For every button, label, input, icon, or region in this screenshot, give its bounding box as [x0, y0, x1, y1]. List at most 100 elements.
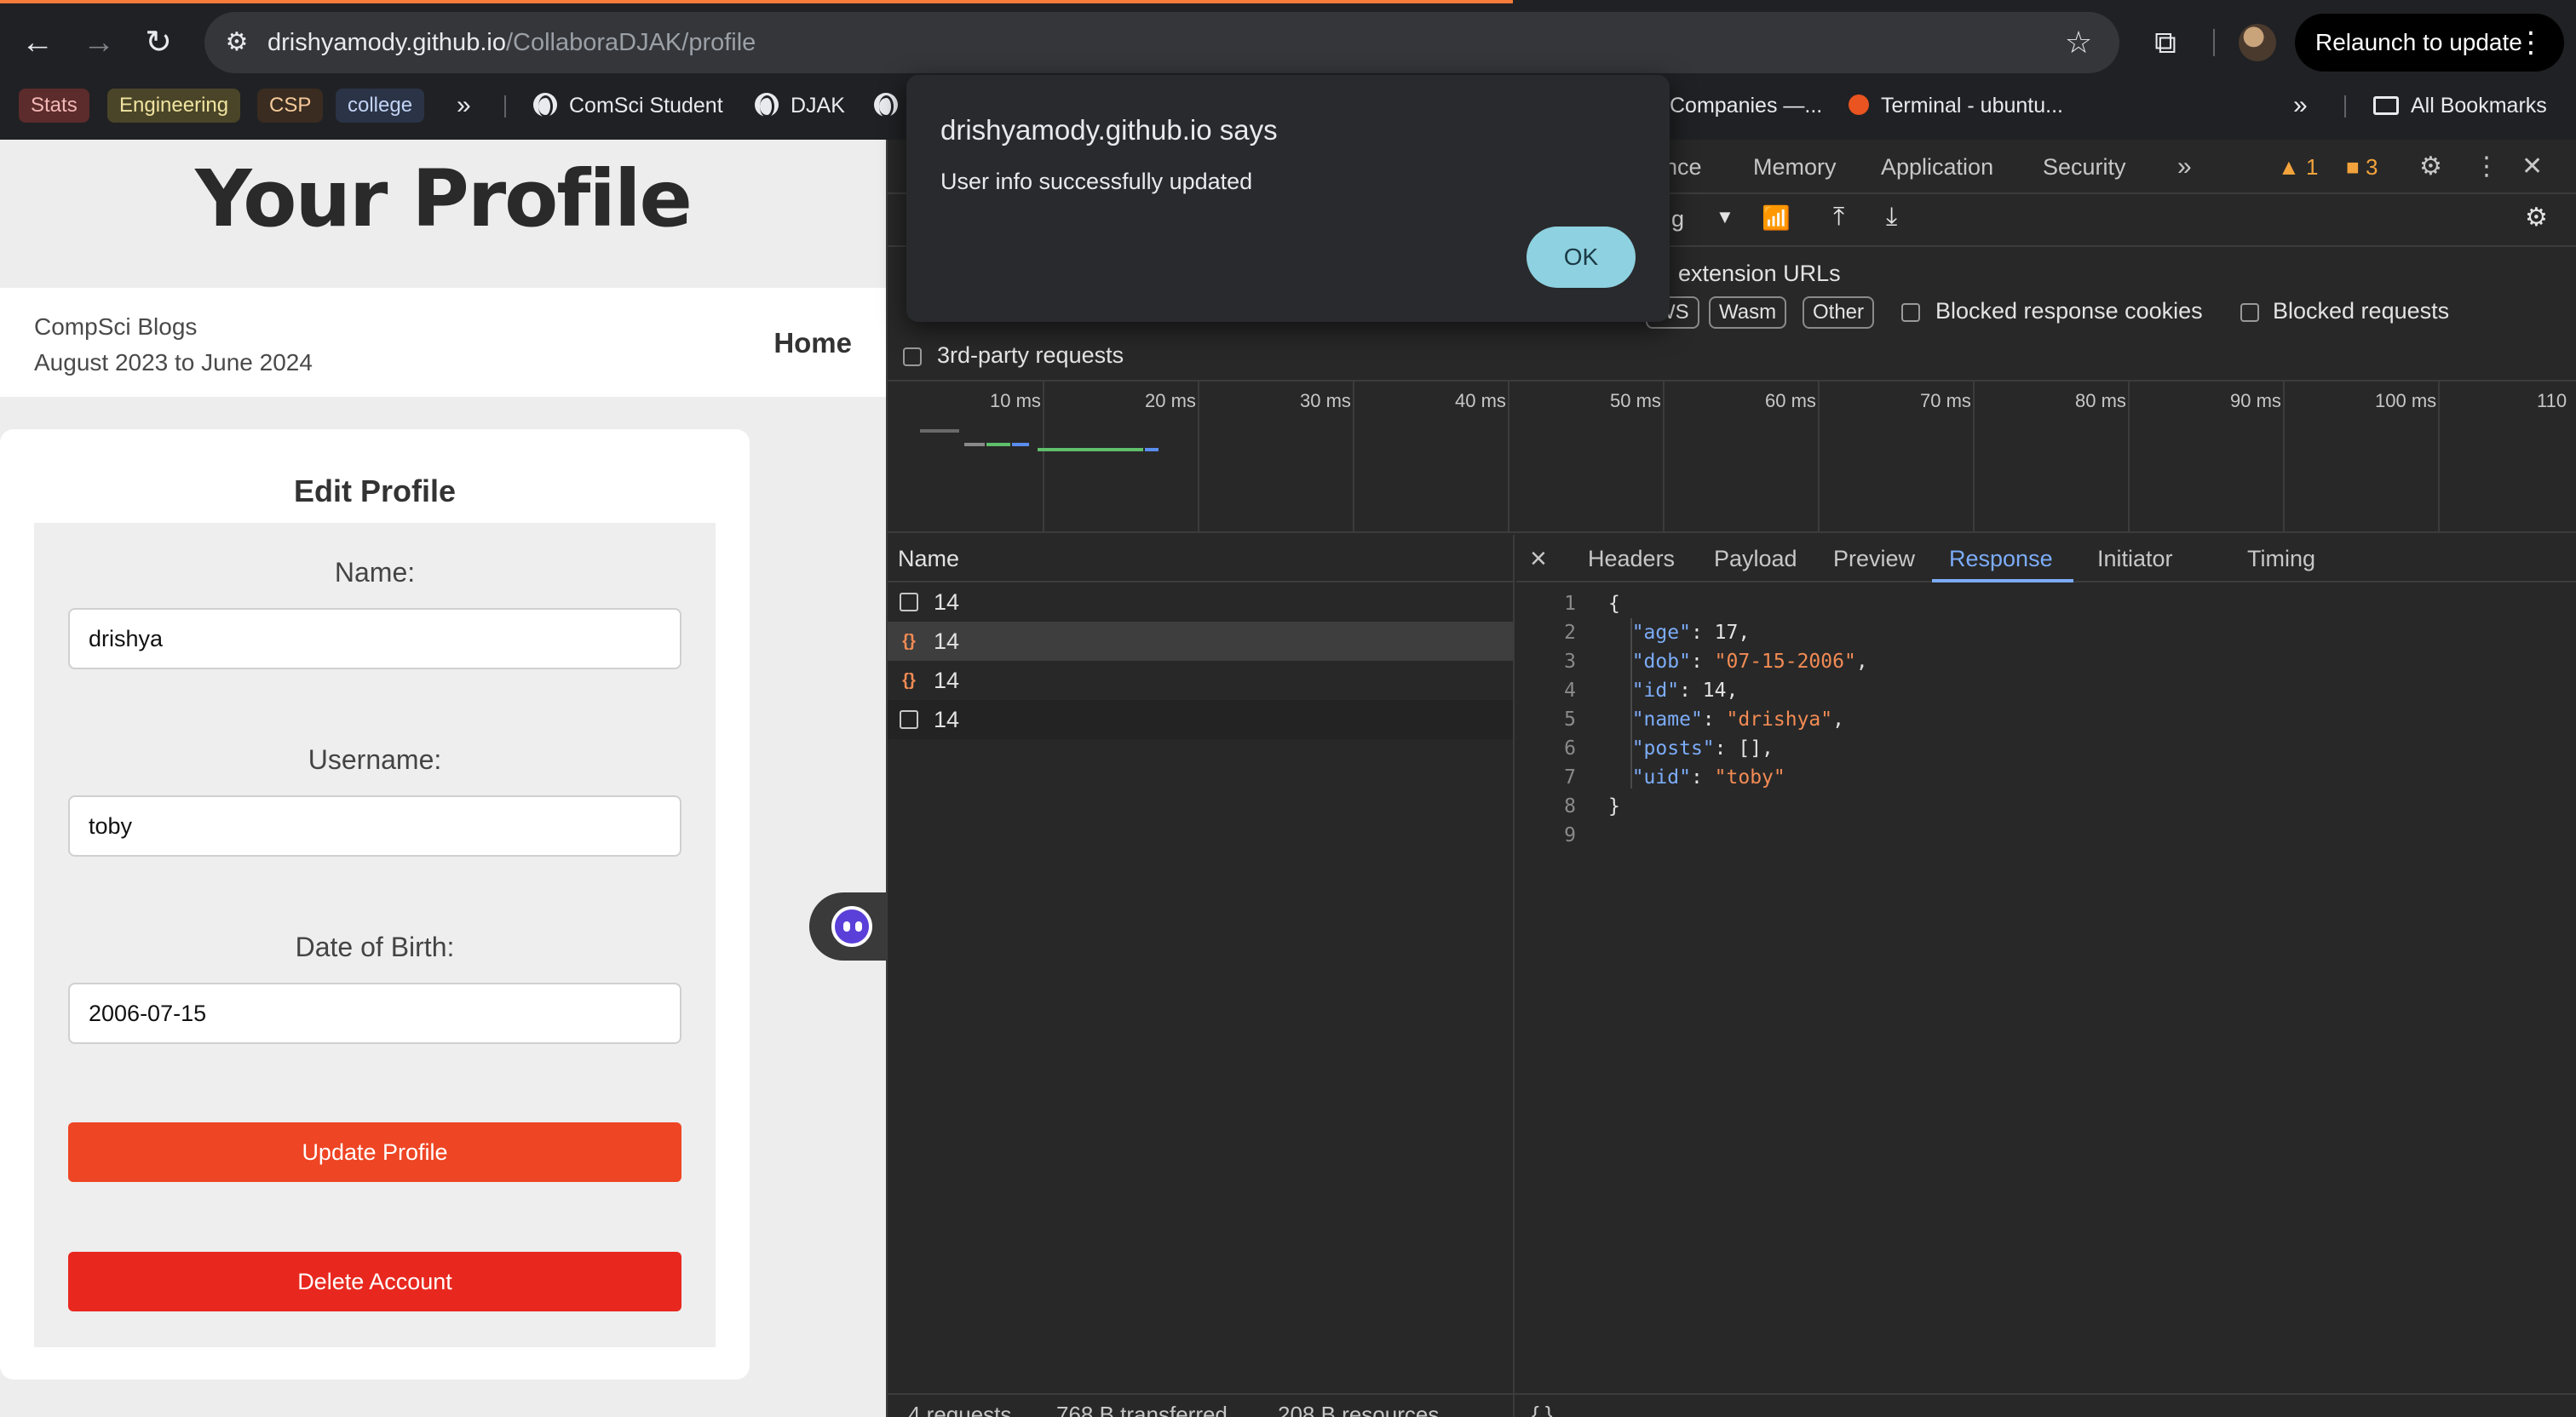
more-menu-icon[interactable]: ⋮	[2516, 14, 2545, 72]
bookmark-comsci-student[interactable]: ComSci Student	[533, 89, 723, 123]
address-bar[interactable]: ⚙ drishyamody.github.io/CollaboraDJAK/pr…	[204, 12, 2119, 73]
bookmark-folder-college[interactable]: college	[336, 89, 425, 123]
tab-preview[interactable]: Preview	[1833, 535, 1915, 582]
bookmark-djak[interactable]: DJAK	[755, 89, 845, 123]
all-bookmarks-label: All Bookmarks	[2411, 94, 2547, 118]
filter-wasm[interactable]: Wasm	[1709, 296, 1787, 329]
code-text: }	[1608, 795, 1620, 818]
network-settings-gear-icon[interactable]: ⚙	[2525, 203, 2548, 232]
bookmark-partial[interactable]	[874, 89, 910, 123]
bookmarks-overflow-chevron-icon[interactable]: »	[457, 89, 471, 123]
timeline-gridline	[2128, 382, 2130, 533]
waterfall-bar	[1038, 448, 1143, 451]
more-tabs-chevron-icon[interactable]: »	[2177, 140, 2192, 194]
all-bookmarks[interactable]: All Bookmarks	[2373, 89, 2547, 123]
pretty-print-icon[interactable]: { }	[1532, 1402, 1553, 1417]
forward-arrow-icon[interactable]: →	[73, 17, 124, 68]
import-har-icon[interactable]: ⤒	[1833, 203, 1844, 232]
profile-form: Name: drishya Username: toby Date of Bir…	[34, 523, 716, 1347]
profile-avatar[interactable]	[2239, 24, 2276, 61]
home-link[interactable]: Home	[773, 327, 852, 359]
active-tab-underline	[1932, 579, 2073, 582]
update-profile-button[interactable]: Update Profile	[68, 1122, 681, 1182]
close-devtools-icon[interactable]: ✕	[2521, 140, 2543, 194]
timeline-tick-label: 60 ms	[1765, 390, 1816, 411]
code-text: "uid": "toby"	[1631, 766, 1785, 789]
site-name[interactable]: CompSci Blogs	[34, 313, 197, 341]
tab-timing[interactable]: Timing	[2247, 535, 2315, 582]
relaunch-button[interactable]: Relaunch to update ⋮	[2295, 14, 2564, 72]
bookmark-folder-stats[interactable]: Stats	[19, 89, 89, 123]
bookmarks-separator	[504, 95, 506, 118]
extensions-icon[interactable]: ⧉	[2142, 19, 2189, 66]
json-value: "07-15-2006"	[1714, 651, 1856, 673]
bookmark-terminal[interactable]: Terminal - ubuntu...	[1849, 89, 2063, 123]
request-row[interactable]: {} 14	[888, 661, 1513, 700]
code-line: 1{	[1516, 589, 2576, 618]
export-har-icon[interactable]: ⤓	[1886, 203, 1897, 232]
tab-initiator[interactable]: Initiator	[2097, 535, 2173, 582]
dob-label: Date of Birth:	[295, 932, 455, 962]
response-body[interactable]: 1{2 "age": 17, 3 "dob": "07-15-2006", 4 "i…	[1516, 589, 2576, 850]
network-conditions-icon[interactable]: 📶	[1762, 204, 1791, 232]
request-row[interactable]: 14	[888, 700, 1513, 739]
name-input[interactable]: drishya	[68, 608, 681, 669]
timeline-gridline	[1508, 382, 1509, 533]
code-line: 4 "id": 14,	[1516, 676, 2576, 705]
timeline-gridline	[1973, 382, 1975, 533]
back-arrow-icon[interactable]: ←	[12, 17, 63, 68]
tab-memory[interactable]: Memory	[1753, 140, 1837, 194]
assistant-launcher[interactable]	[809, 892, 886, 961]
bookmark-label: ComSci Student	[569, 94, 723, 118]
json-key: "dob"	[1631, 651, 1691, 673]
delete-account-button[interactable]: Delete Account	[68, 1252, 681, 1311]
request-row-selected[interactable]: {} 14	[888, 622, 1513, 661]
bookmark-folder-csp[interactable]: CSP	[257, 89, 324, 123]
blocked-cookies-checkbox[interactable]	[1901, 303, 1920, 322]
bookmark-companies[interactable]: Companies —...	[1670, 89, 1822, 123]
network-overview-timeline[interactable]: 10 ms 20 ms 30 ms 40 ms 50 ms 60 ms 70 m…	[888, 380, 2576, 533]
request-row[interactable]: 14	[888, 582, 1513, 622]
globe-icon	[874, 93, 898, 118]
bookmarks-more-chevron-icon[interactable]: »	[2293, 89, 2308, 123]
tab-response[interactable]: Response	[1949, 535, 2053, 582]
code-text: {	[1608, 593, 1620, 615]
throttle-dropdown-icon[interactable]: ▼	[1716, 206, 1734, 228]
name-column-header[interactable]: Name	[888, 535, 1515, 582]
bookmark-folder-engineering[interactable]: Engineering	[107, 89, 241, 123]
tab-headers[interactable]: Headers	[1588, 535, 1675, 582]
devtools-menu-icon[interactable]: ⋮	[2474, 140, 2499, 194]
code-text: "id": 14,	[1631, 680, 1739, 702]
dob-input[interactable]: 2006-07-15	[68, 983, 681, 1044]
username-input[interactable]: toby	[68, 795, 681, 857]
request-count: 4 requests	[908, 1402, 1012, 1417]
close-detail-icon[interactable]: ×	[1530, 535, 1547, 582]
document-icon	[900, 593, 918, 611]
issues-badge[interactable]: ■ 3	[2346, 140, 2378, 194]
folder-icon	[2373, 96, 2399, 115]
json-value: "toby"	[1714, 766, 1785, 789]
blocked-requests-checkbox[interactable]	[2240, 303, 2259, 322]
tab-payload[interactable]: Payload	[1714, 535, 1797, 582]
timeline-tick-label: 40 ms	[1455, 390, 1506, 411]
bookmark-star-icon[interactable]: ☆	[2058, 22, 2099, 63]
filter-other[interactable]: Other	[1803, 296, 1875, 329]
reload-icon[interactable]: ↻	[133, 17, 184, 68]
assistant-face-icon	[831, 906, 872, 947]
settings-gear-icon[interactable]: ⚙	[2419, 140, 2442, 194]
warnings-badge[interactable]: ▲ 1	[2278, 140, 2318, 194]
request-list: Name 14 {} 14 {} 14 14	[888, 535, 1515, 1417]
tab-security[interactable]: Security	[2043, 140, 2126, 194]
waterfall-bar	[964, 443, 985, 446]
tab-performance[interactable]: nce	[1665, 140, 1702, 194]
url-text[interactable]: drishyamody.github.io/CollaboraDJAK/prof…	[267, 12, 756, 73]
tab-application[interactable]: Application	[1881, 140, 1993, 194]
line-number: 5	[1564, 708, 1576, 731]
third-party-checkbox[interactable]	[903, 347, 922, 366]
blocked-requests-label: Blocked requests	[2273, 298, 2450, 324]
blocked-cookies-label: Blocked response cookies	[1935, 298, 2203, 324]
site-header: CompSci Blogs August 2023 to June 2024 H…	[0, 288, 886, 397]
site-settings-icon[interactable]: ⚙	[220, 26, 254, 60]
throttle-select[interactable]: g	[1671, 206, 1684, 232]
alert-ok-button[interactable]: OK	[1527, 227, 1636, 288]
